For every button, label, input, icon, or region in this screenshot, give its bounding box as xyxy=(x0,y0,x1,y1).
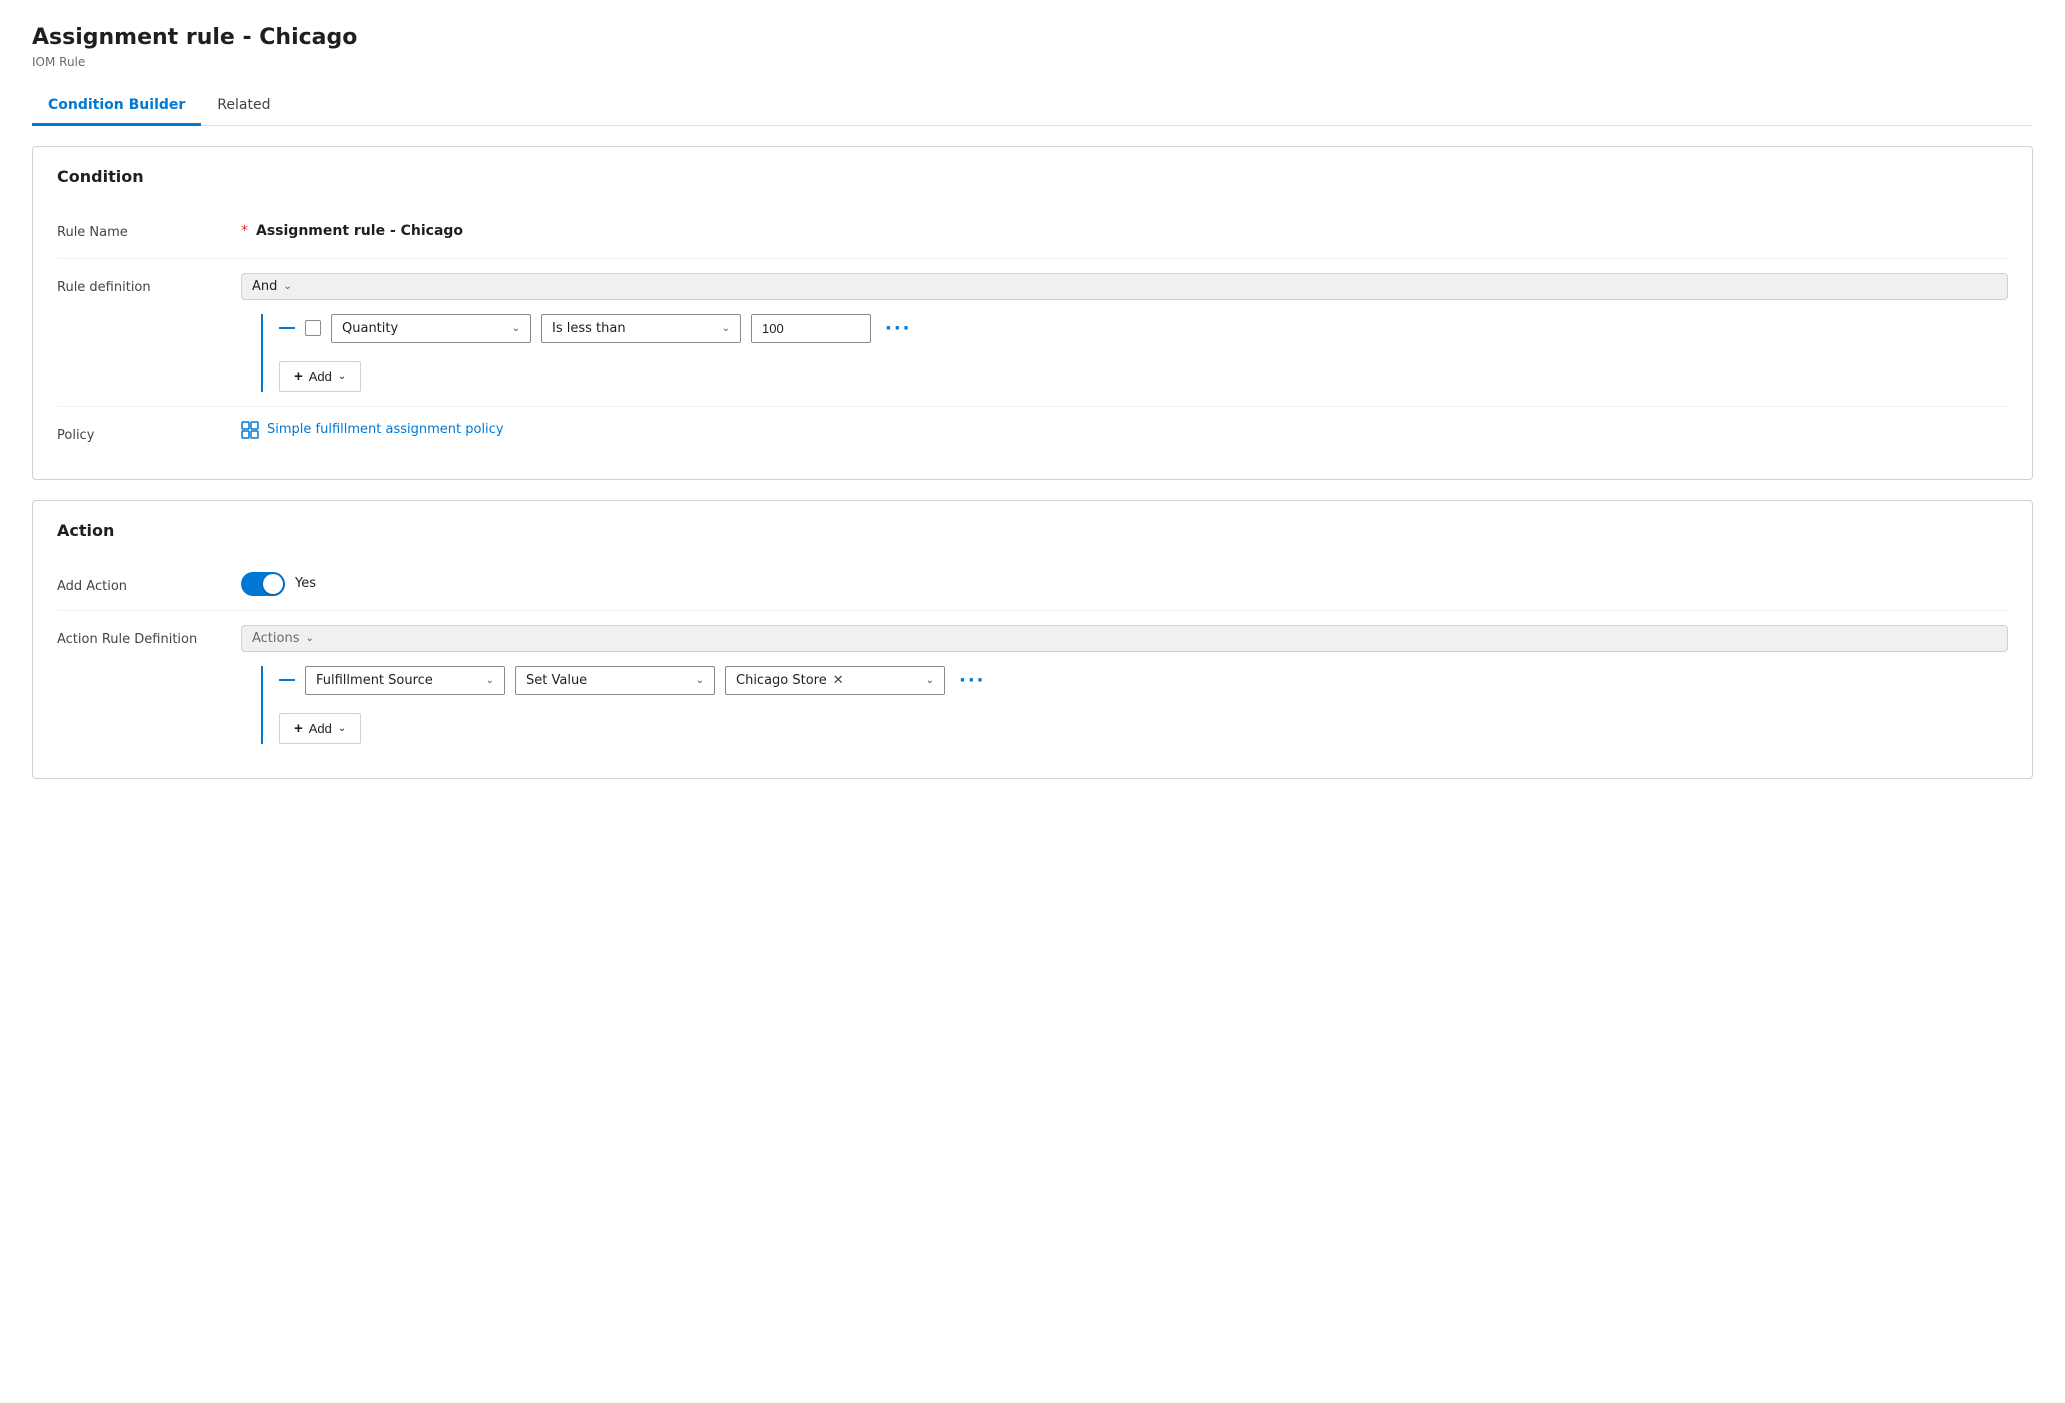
rule-definition-label: Rule definition xyxy=(57,273,217,297)
condition-checkbox[interactable] xyxy=(305,320,321,336)
rule-name-value: Assignment rule - Chicago xyxy=(256,218,463,244)
rule-name-content: * Assignment rule - Chicago xyxy=(241,218,2008,244)
add-action-content: Yes xyxy=(241,572,2008,596)
row-ellipsis-button[interactable]: ··· xyxy=(881,318,916,339)
action-rule-tree-inner: Fulfillment Source ⌄ Set Value ⌄ Chicago… xyxy=(261,666,2008,744)
action-add-chevron-icon: ⌄ xyxy=(338,723,346,734)
policy-row: Policy Simple fulfillment assignment pol… xyxy=(57,407,2008,459)
condition-section-title: Condition xyxy=(57,167,2008,186)
and-dropdown[interactable]: And ⌄ xyxy=(241,273,2008,300)
action-field-select-dropdown[interactable]: Fulfillment Source ⌄ xyxy=(305,666,505,695)
field-select-dropdown[interactable]: Quantity ⌄ xyxy=(331,314,531,343)
add-action-row: Add Action Yes xyxy=(57,558,2008,611)
add-condition-button[interactable]: + Add ⌄ xyxy=(279,361,361,392)
action-section: Action Add Action Yes Action Rule Defini… xyxy=(32,500,2033,779)
rule-name-label: Rule Name xyxy=(57,218,217,242)
toggle-label: Yes xyxy=(295,576,316,591)
fulfillment-source-chevron-icon: ⌄ xyxy=(486,675,494,686)
tab-related[interactable]: Related xyxy=(201,87,286,126)
chip-close-icon[interactable]: ✕ xyxy=(833,673,844,688)
rule-definition-content: And ⌄ Quantity ⌄ xyxy=(241,273,2008,392)
toggle-container: Yes xyxy=(241,572,2008,596)
policy-label: Policy xyxy=(57,421,217,445)
actions-chevron-icon: ⌄ xyxy=(306,633,314,644)
action-section-title: Action xyxy=(57,521,2008,540)
actions-dropdown[interactable]: Actions ⌄ xyxy=(241,625,2008,652)
page-title: Assignment rule - Chicago xyxy=(32,24,2033,53)
action-row-ellipsis-button[interactable]: ··· xyxy=(955,670,990,691)
chip-inner: Chicago Store ✕ xyxy=(736,673,844,688)
action-connector-line xyxy=(279,679,295,681)
add-action-toggle[interactable] xyxy=(241,572,285,596)
tab-bar: Condition Builder Related xyxy=(32,87,2033,126)
set-value-chevron-icon: ⌄ xyxy=(696,675,704,686)
action-row-1: Fulfillment Source ⌄ Set Value ⌄ Chicago… xyxy=(279,666,2008,695)
rule-tree-inner: Quantity ⌄ Is less than ⌄ ··· xyxy=(261,314,2008,392)
and-chevron-icon: ⌄ xyxy=(283,281,291,292)
action-plus-icon: + xyxy=(294,720,303,737)
add-chevron-icon: ⌄ xyxy=(338,371,346,382)
add-action-label: Add Action xyxy=(57,572,217,596)
action-rule-tree: Fulfillment Source ⌄ Set Value ⌄ Chicago… xyxy=(241,662,2008,744)
required-indicator: * xyxy=(241,223,248,239)
operator-select-dropdown[interactable]: Is less than ⌄ xyxy=(541,314,741,343)
rule-name-row: Rule Name * Assignment rule - Chicago xyxy=(57,204,2008,259)
connector-line xyxy=(279,327,295,329)
toggle-knob xyxy=(263,574,283,594)
tab-condition-builder[interactable]: Condition Builder xyxy=(32,87,201,126)
quantity-chevron-icon: ⌄ xyxy=(512,323,520,334)
page-header: Assignment rule - Chicago IOM Rule xyxy=(32,24,2033,69)
rule-tree: Quantity ⌄ Is less than ⌄ ··· xyxy=(241,310,2008,392)
action-rule-definition-row: Action Rule Definition Actions ⌄ Fulfill… xyxy=(57,611,2008,758)
condition-section: Condition Rule Name * Assignment rule - … xyxy=(32,146,2033,480)
chicago-store-chip[interactable]: Chicago Store ✕ ⌄ xyxy=(725,666,945,695)
add-action-condition-button[interactable]: + Add ⌄ xyxy=(279,713,361,744)
action-rule-definition-label: Action Rule Definition xyxy=(57,625,217,649)
action-operator-select-dropdown[interactable]: Set Value ⌄ xyxy=(515,666,715,695)
operator-chevron-icon: ⌄ xyxy=(722,323,730,334)
policy-content: Simple fulfillment assignment policy xyxy=(241,421,2008,439)
page-subtitle: IOM Rule xyxy=(32,55,2033,69)
rule-definition-row: Rule definition And ⌄ Quantity xyxy=(57,259,2008,407)
value-input[interactable] xyxy=(751,314,871,343)
plus-icon: + xyxy=(294,368,303,385)
policy-link[interactable]: Simple fulfillment assignment policy xyxy=(241,421,2008,439)
policy-icon xyxy=(241,421,259,439)
condition-row-1: Quantity ⌄ Is less than ⌄ ··· xyxy=(279,314,2008,343)
chip-chevron-icon: ⌄ xyxy=(926,675,934,686)
action-rule-definition-content: Actions ⌄ Fulfillment Source ⌄ xyxy=(241,625,2008,744)
